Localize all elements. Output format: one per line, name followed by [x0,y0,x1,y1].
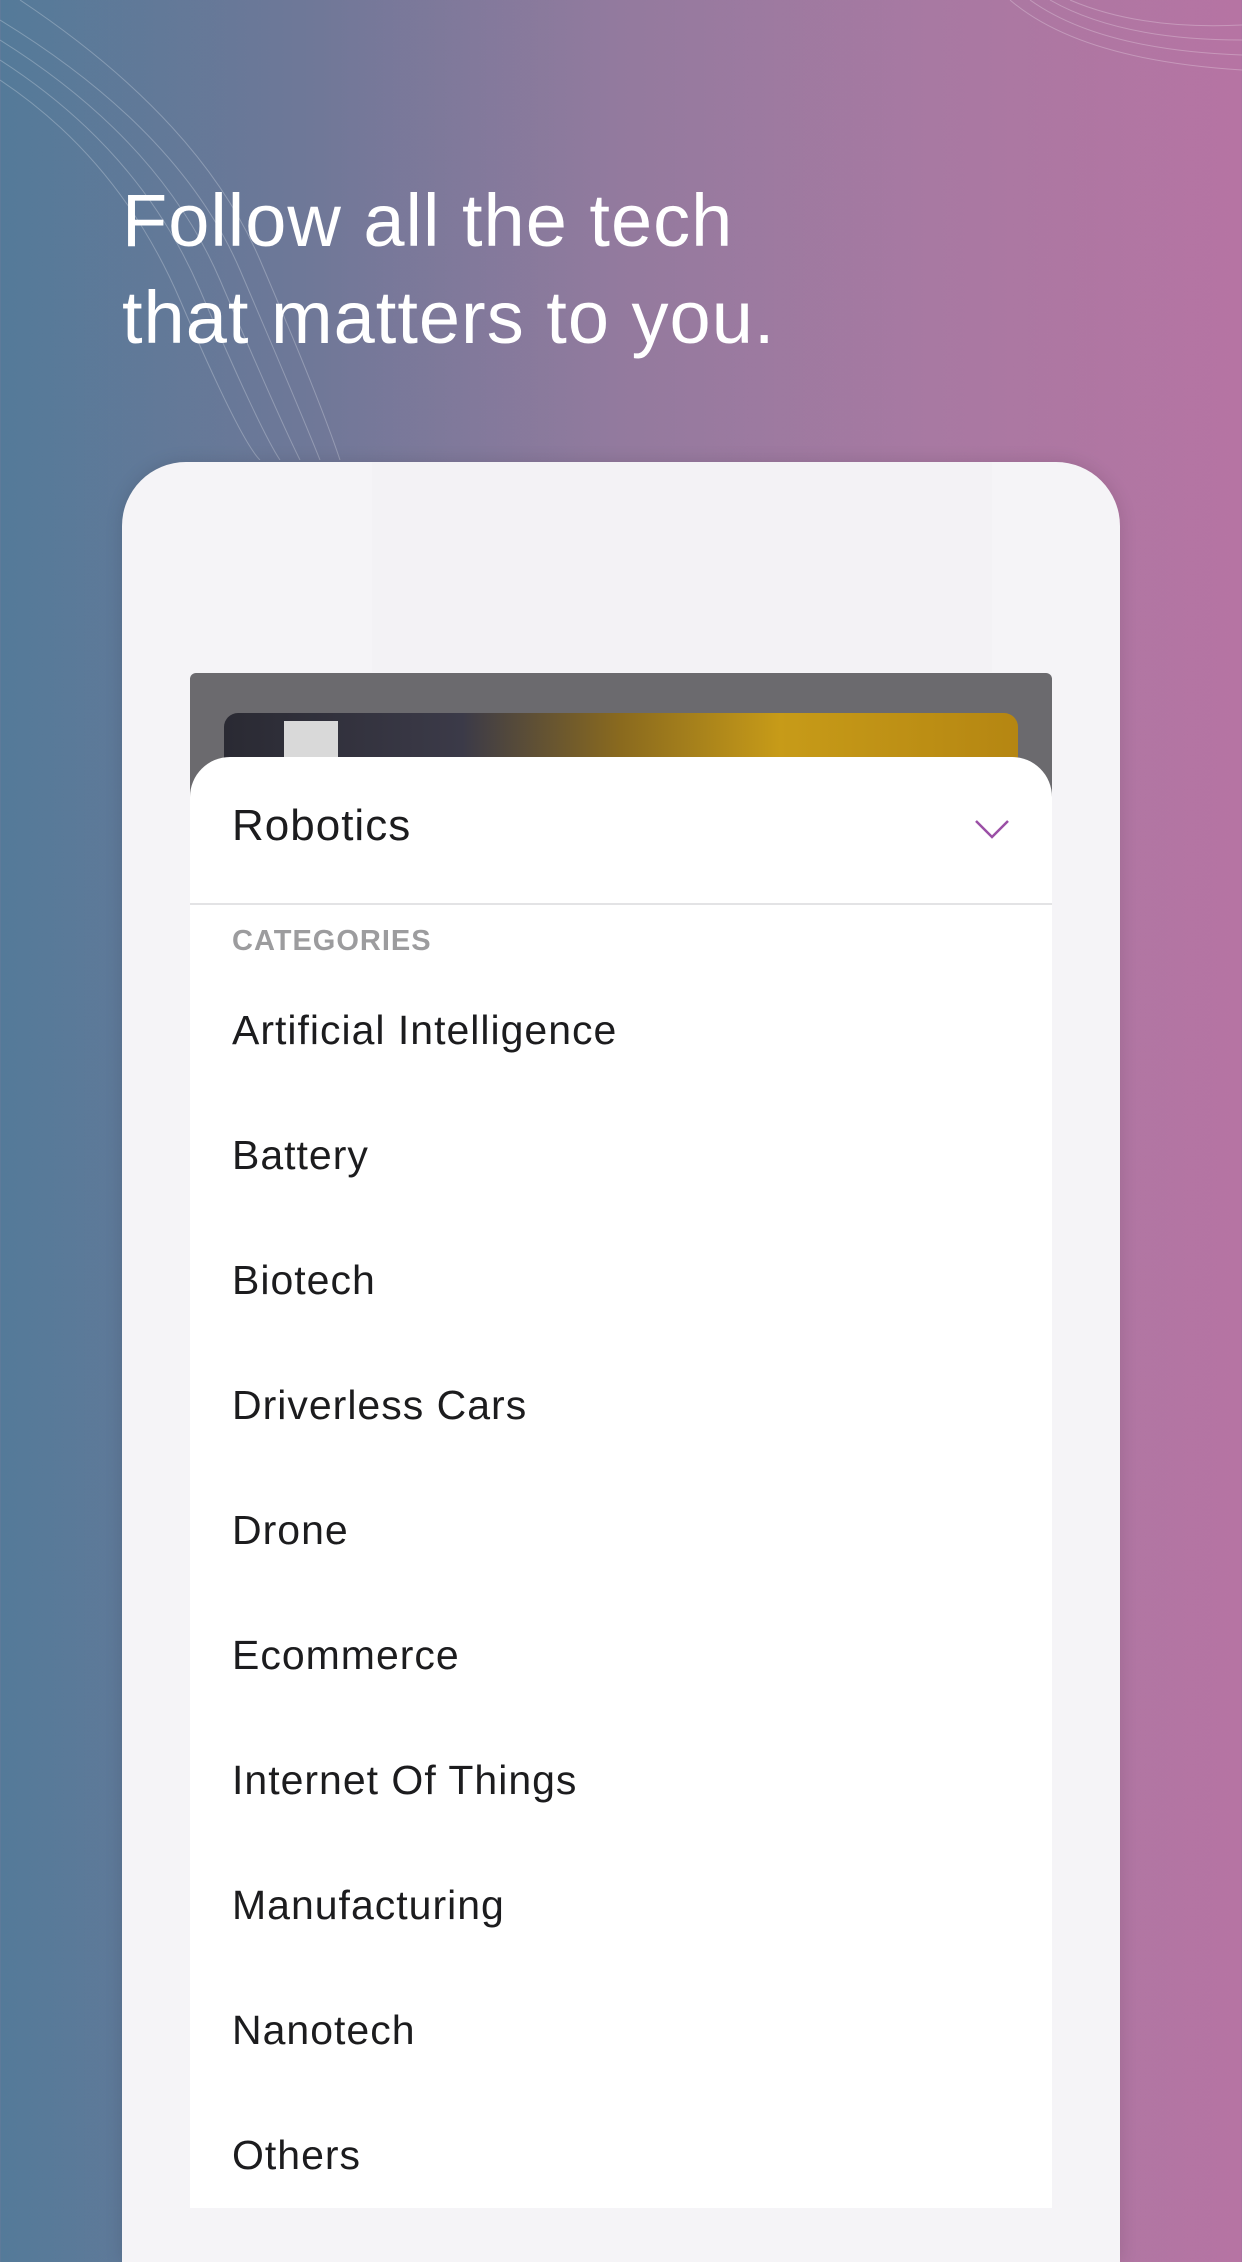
section-label-categories: CATEGORIES [232,925,432,957]
category-item-manufacturing[interactable]: Manufacturing [190,1843,1052,1968]
phone-header-area [372,462,992,672]
category-list: Artificial Intelligence Battery Biotech … [190,968,1052,2208]
chevron-down-icon[interactable] [974,817,1010,841]
headline-line-2: that matters to you. [122,276,776,359]
category-item-battery[interactable]: Battery [190,1093,1052,1218]
category-item-ecommerce[interactable]: Ecommerce [190,1593,1052,1718]
category-dropdown-sheet: Robotics CATEGORIES Artificial Intellige… [190,757,1052,2208]
category-item-internet-of-things[interactable]: Internet Of Things [190,1718,1052,1843]
selected-category[interactable]: Robotics [232,801,411,851]
category-item-driverless-cars[interactable]: Driverless Cars [190,1343,1052,1468]
dropdown-header[interactable]: Robotics [190,757,1052,905]
category-item-artificial-intelligence[interactable]: Artificial Intelligence [190,968,1052,1093]
headline-line-1: Follow all the tech [122,179,734,262]
headline: Follow all the tech that matters to you. [122,172,775,366]
image-sign [284,721,338,761]
category-item-others[interactable]: Others [190,2093,1052,2208]
category-item-nanotech[interactable]: Nanotech [190,1968,1052,2093]
category-item-drone[interactable]: Drone [190,1468,1052,1593]
category-item-biotech[interactable]: Biotech [190,1218,1052,1343]
